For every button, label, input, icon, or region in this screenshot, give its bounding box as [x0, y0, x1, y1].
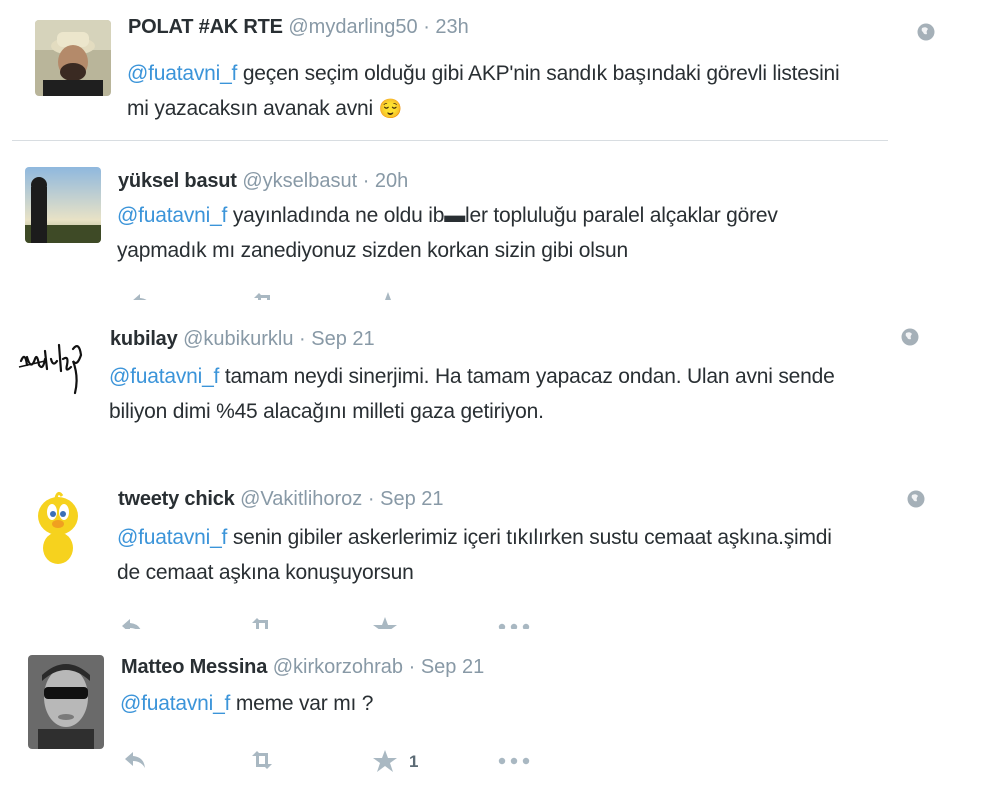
- separator-dot: ·: [423, 16, 430, 38]
- timestamp[interactable]: 23h: [435, 16, 468, 38]
- mention-link[interactable]: @fuatavni_f: [117, 204, 227, 227]
- tweet-header: POLAT #AK RTE @mydarling50 · 23h: [128, 15, 469, 39]
- tweet-text: @fuatavni_f yayınladında ne oldu ib▬ler …: [117, 198, 947, 268]
- tweet-text-line2: de cemaat aşkına konuşuyorsun: [117, 561, 414, 584]
- user-name[interactable]: kubilay: [110, 328, 178, 350]
- user-handle[interactable]: @ykselbasut: [242, 170, 357, 192]
- star-icon[interactable]: [373, 617, 397, 629]
- user-handle[interactable]: @kirkorzohrab: [273, 656, 403, 678]
- retweet-icon[interactable]: [248, 617, 276, 629]
- mention-link[interactable]: @fuatavni_f: [127, 62, 237, 85]
- tweet-text-line1: yayınladında ne oldu ib▬ler topluluğu pa…: [227, 204, 778, 227]
- tweet-header: yüksel basut @ykselbasut · 20h: [118, 169, 408, 193]
- tweet-text: @fuatavni_f meme var mı ?: [120, 686, 950, 721]
- user-name[interactable]: yüksel basut: [118, 170, 237, 192]
- user-name[interactable]: tweety chick: [118, 488, 235, 510]
- tweet-text-line1: meme var mı ?: [230, 692, 374, 715]
- globe-icon[interactable]: [901, 328, 919, 346]
- divider: [12, 140, 888, 141]
- reply-icon[interactable]: [130, 292, 154, 300]
- avatar[interactable]: [35, 20, 111, 96]
- tweet-text-line1: geçen seçim olduğu gibi AKP'nin sandık b…: [237, 62, 840, 85]
- timestamp[interactable]: Sep 21: [380, 488, 443, 510]
- tweet-actions: [120, 617, 540, 629]
- timestamp[interactable]: 20h: [375, 170, 408, 192]
- avatar[interactable]: [28, 655, 104, 749]
- favorite-button[interactable]: 1: [373, 750, 418, 772]
- more-icon[interactable]: [498, 623, 530, 629]
- tweet-actions: 1: [120, 750, 540, 778]
- tweet-text: @fuatavni_f geçen seçim olduğu gibi AKP'…: [127, 56, 957, 127]
- timestamp[interactable]: Sep 21: [311, 328, 374, 350]
- separator-dot: ·: [362, 170, 370, 192]
- star-icon[interactable]: [376, 292, 400, 300]
- user-handle[interactable]: @mydarling50: [288, 16, 417, 38]
- tweet-5: Matteo Messina @kirkorzohrab · Sep 21 @f…: [0, 635, 982, 808]
- tweet-header: tweety chick @Vakitlihoroz · Sep 21: [118, 487, 444, 511]
- avatar[interactable]: [15, 321, 97, 403]
- favorite-count: 1: [409, 752, 419, 771]
- tweet-text: @fuatavni_f tamam neydi sinerjimi. Ha ta…: [109, 359, 939, 429]
- separator-dot: ·: [367, 488, 375, 510]
- star-icon: [373, 750, 397, 772]
- tweet-text-line2: biliyon dimi %45 alacağını milleti gaza …: [109, 400, 544, 423]
- tweet-1: POLAT #AK RTE @mydarling50 · 23h @fuatav…: [0, 0, 982, 145]
- avatar[interactable]: [25, 167, 101, 243]
- separator-dot: ·: [299, 328, 306, 350]
- tweet-text-line2: yapmadık mı zanediyonuz sizden korkan si…: [117, 239, 628, 262]
- tweet-text-line2: mi yazacaksın avanak avni: [127, 97, 373, 120]
- retweet-icon[interactable]: [248, 750, 276, 770]
- tweet-header: kubilay @kubikurklu · Sep 21: [110, 327, 375, 351]
- tweet-actions: [120, 292, 420, 300]
- retweet-icon[interactable]: [250, 292, 278, 300]
- tweet-text-line1: tamam neydi sinerjimi. Ha tamam yapacaz …: [219, 365, 835, 388]
- user-name[interactable]: Matteo Messina: [121, 656, 267, 678]
- more-icon[interactable]: [498, 757, 530, 765]
- globe-icon[interactable]: [917, 23, 935, 41]
- tweet-text-line1: senin gibiler askerlerimiz içeri tıkılır…: [227, 526, 832, 549]
- globe-icon[interactable]: [907, 490, 925, 508]
- tweet-text: @fuatavni_f senin gibiler askerlerimiz i…: [117, 520, 947, 590]
- tweet-4: tweety chick @Vakitlihoroz · Sep 21 @fua…: [0, 470, 982, 635]
- reply-icon[interactable]: [120, 617, 144, 629]
- user-handle[interactable]: @Vakitlihoroz: [240, 488, 362, 510]
- reply-icon[interactable]: [123, 750, 147, 770]
- tweet-2: yüksel basut @ykselbasut · 20h @fuatavni…: [0, 145, 982, 305]
- tweet-3: kubilay @kubikurklu · Sep 21 @fuatavni_f…: [0, 305, 982, 470]
- emoji: 😌: [378, 99, 403, 120]
- avatar[interactable]: [22, 488, 98, 564]
- mention-link[interactable]: @fuatavni_f: [120, 692, 230, 715]
- separator-dot: ·: [408, 656, 416, 678]
- user-name[interactable]: POLAT #AK RTE: [128, 16, 283, 38]
- user-handle[interactable]: @kubikurklu: [183, 328, 293, 350]
- mention-link[interactable]: @fuatavni_f: [117, 526, 227, 549]
- timestamp[interactable]: Sep 21: [421, 656, 484, 678]
- tweet-header: Matteo Messina @kirkorzohrab · Sep 21: [121, 655, 484, 679]
- mention-link[interactable]: @fuatavni_f: [109, 365, 219, 388]
